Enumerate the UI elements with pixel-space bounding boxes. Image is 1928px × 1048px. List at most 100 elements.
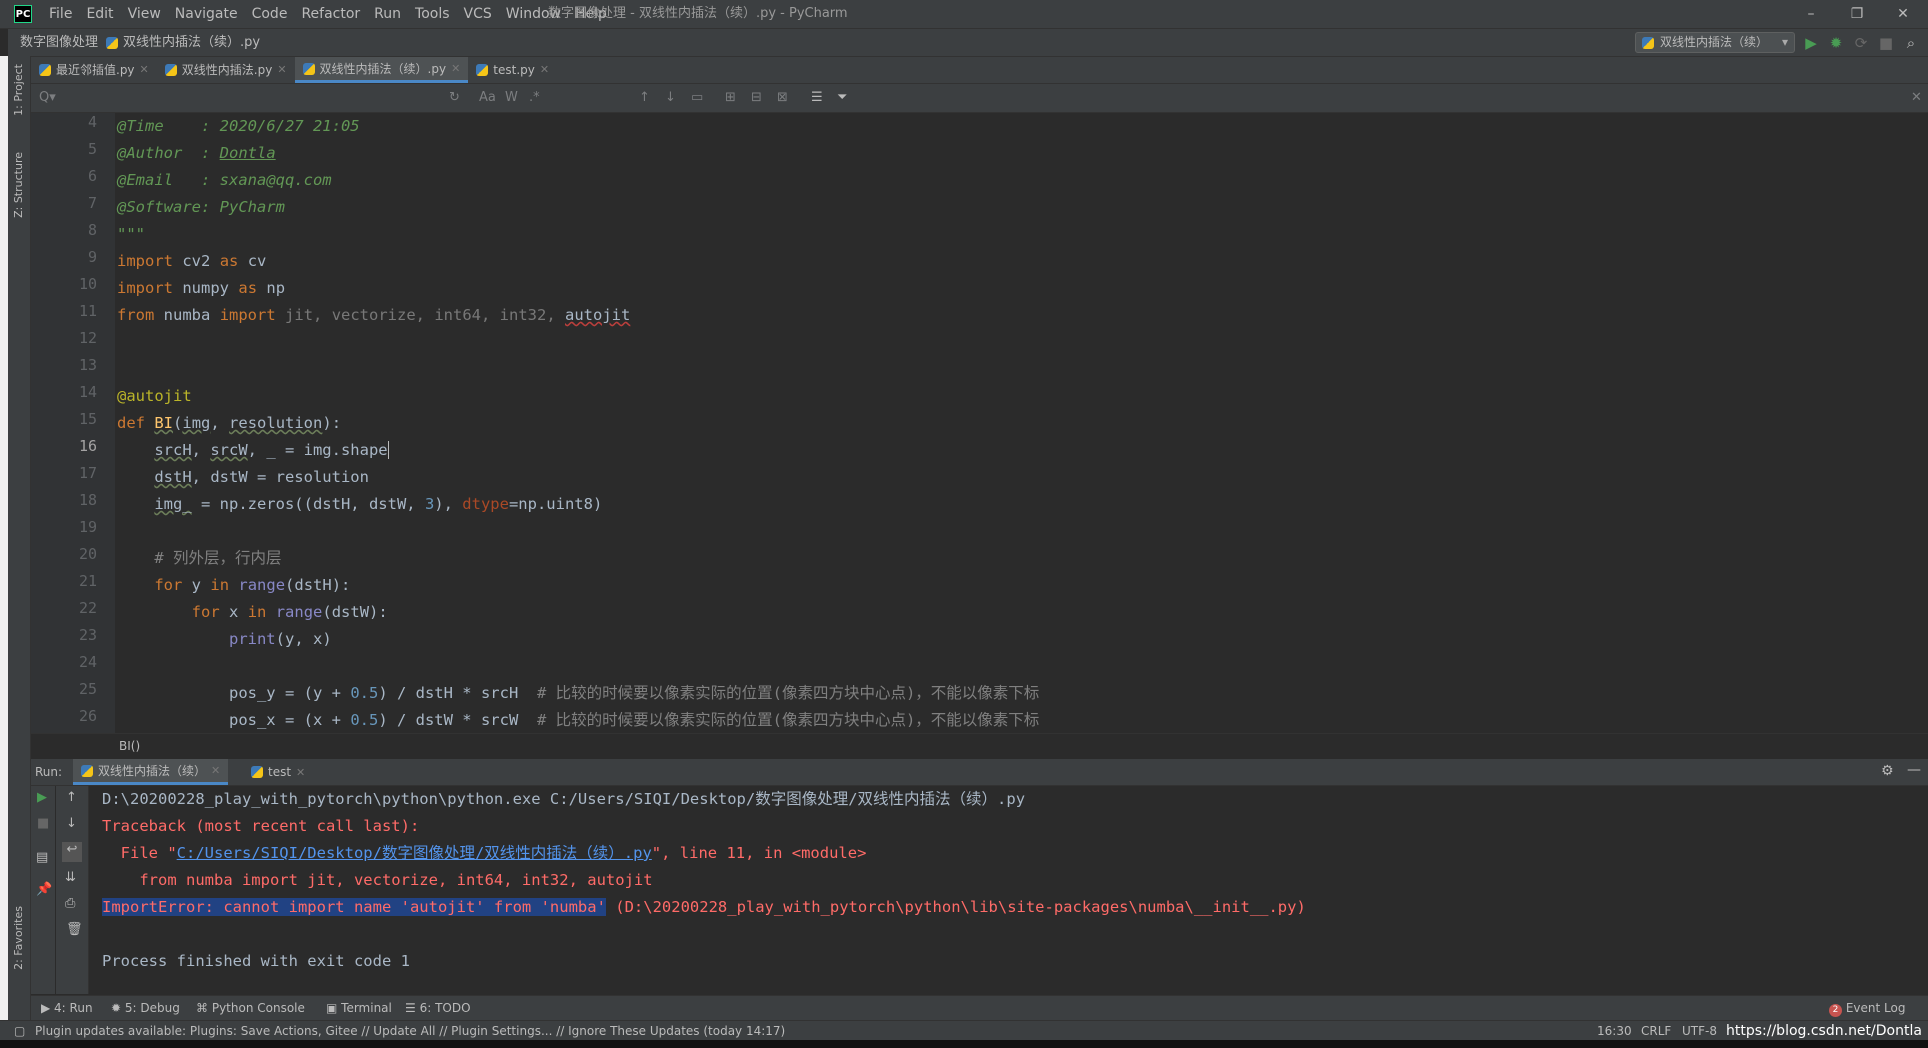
close-tab-icon[interactable]: ✕	[540, 57, 549, 83]
cursor-position[interactable]: 16:30	[1597, 1021, 1632, 1041]
favorites-tool-tab[interactable]: 2: Favorites	[12, 906, 25, 970]
code-editor[interactable]: @Time : 2020/6/27 21:05 @Author : Dontla…	[115, 113, 1920, 733]
line-number: 16	[78, 437, 97, 455]
match-case-toggle[interactable]: Aa	[479, 90, 496, 105]
next-occurrence-icon[interactable]: ↓	[665, 90, 676, 105]
code-line: dstH, dstW = resolution	[154, 468, 369, 486]
run-configuration-select[interactable]: 双线性内插法（续） ▾	[1635, 32, 1795, 53]
code-line: @Time : 2020/6/27 21:05	[117, 117, 360, 135]
stop-icon[interactable]: ■	[37, 816, 49, 831]
menu-refactor[interactable]: Refactor	[294, 0, 367, 28]
menu-tools[interactable]: Tools	[408, 0, 457, 28]
stop-icon[interactable]: ■	[1876, 33, 1896, 53]
print-icon[interactable]: ⎙	[65, 896, 75, 911]
code-line: import numpy as np	[117, 279, 286, 297]
menu-edit[interactable]: Edit	[79, 0, 120, 28]
restore-icon[interactable]: ❐	[1834, 0, 1880, 28]
tab-bilinear[interactable]: 双线性内插法.py ✕	[157, 57, 295, 83]
file-encoding[interactable]: UTF-8	[1682, 1021, 1717, 1041]
remove-selection-icon[interactable]: ⊟	[751, 90, 762, 105]
function-breadcrumb[interactable]: BI()	[119, 739, 140, 753]
history-icon[interactable]: ↻	[449, 90, 460, 105]
code-line: for y in range(dstH):	[154, 576, 351, 594]
python-console-tool-tab[interactable]: ⌘ Python Console	[196, 996, 305, 1021]
tab-nearest-neighbor[interactable]: 最近邻插值.py ✕	[31, 57, 157, 83]
tab-bilinear-continued[interactable]: 双线性内插法（续）.py ✕	[294, 56, 469, 83]
python-config-icon	[1642, 36, 1654, 55]
close-tab-icon[interactable]: ✕	[211, 764, 220, 777]
taskbar-edge	[0, 1040, 1928, 1048]
line-number: 12	[78, 329, 97, 347]
line-separator[interactable]: CRLF	[1641, 1021, 1671, 1041]
search-everywhere-icon[interactable]: ⌕	[1901, 33, 1921, 53]
settings-gear-icon[interactable]: ⚙	[1881, 763, 1894, 779]
run-tab-bilinear-continued[interactable]: 双线性内插法（续） ✕	[73, 759, 229, 785]
watermark: https://blog.csdn.net/Dontla	[1726, 1023, 1922, 1039]
previous-occurrence-icon[interactable]: ↑	[639, 90, 650, 105]
line-number: 19	[78, 518, 97, 536]
line-number: 4	[87, 113, 97, 131]
regex-toggle[interactable]: .*	[529, 90, 540, 105]
close-find-icon[interactable]: ✕	[1911, 90, 1922, 105]
run-console-output[interactable]: D:\20200228_play_with_pytorch\python\pyt…	[89, 786, 1928, 994]
close-tab-icon[interactable]: ✕	[451, 56, 460, 82]
close-tab-icon[interactable]: ✕	[277, 57, 286, 83]
tab-test[interactable]: test.py ✕	[468, 57, 557, 83]
hide-panel-icon[interactable]: —	[1907, 762, 1921, 778]
down-stack-icon[interactable]: ↓	[66, 816, 77, 831]
line-number: 20	[78, 545, 97, 563]
filter-icon[interactable]: ⏷	[837, 90, 847, 105]
run-icon[interactable]: ▶	[1801, 33, 1821, 53]
clear-all-icon[interactable]: 🗑	[66, 922, 83, 937]
todo-tool-tab[interactable]: ☰ 6: TODO	[405, 996, 471, 1021]
soft-wrap-icon[interactable]: ↩	[62, 842, 82, 862]
close-tab-icon[interactable]: ✕	[140, 57, 149, 83]
menu-file[interactable]: File	[42, 0, 79, 28]
select-all-icon[interactable]: ⊠	[777, 90, 788, 105]
run-tab-label: 双线性内插法（续）	[98, 764, 207, 778]
select-all-occurrences-icon[interactable]: ▭	[691, 90, 703, 105]
tab-label: 双线性内插法.py	[181, 63, 273, 77]
run-tool-tab[interactable]: ▶ 4: Run	[41, 996, 93, 1021]
menu-navigate[interactable]: Navigate	[168, 0, 245, 28]
filter-options-icon[interactable]: ☰	[811, 90, 823, 105]
line-number: 10	[78, 275, 97, 293]
panel-toggle-icon[interactable]: ▢	[14, 1021, 25, 1041]
console-file-link[interactable]: C:/Users/SIQI/Desktop/数字图像处理/双线性内插法（续）.p…	[177, 844, 652, 862]
line-number: 17	[78, 464, 97, 482]
menu-run[interactable]: Run	[367, 0, 408, 28]
pin-tab-icon[interactable]: 📌	[36, 882, 52, 897]
line-number: 25	[78, 680, 97, 698]
close-window-icon[interactable]: ✕	[1880, 0, 1926, 28]
scroll-to-end-icon[interactable]: ⇊	[65, 870, 76, 885]
python-file-icon	[81, 764, 93, 777]
status-message[interactable]: Plugin updates available: Plugins: Save …	[35, 1021, 785, 1041]
menu-vcs[interactable]: VCS	[457, 0, 499, 28]
run-tab-test[interactable]: test ✕	[243, 759, 313, 785]
debug-icon[interactable]: ✹	[1826, 33, 1846, 53]
layout-icon[interactable]: ▤	[36, 850, 48, 865]
left-edge-strip	[0, 56, 8, 1048]
breadcrumb-file[interactable]: 双线性内插法（续）.py	[123, 29, 260, 56]
whole-words-toggle[interactable]: W	[505, 90, 518, 105]
menu-code[interactable]: Code	[245, 0, 295, 28]
project-tool-tab[interactable]: 1: Project	[12, 64, 25, 116]
breadcrumb-project[interactable]: 数字图像处理	[20, 29, 98, 56]
run-toolbar-primary: ▶ ■ ▤ 📌	[31, 786, 55, 994]
event-log-tool-tab[interactable]: 2 Event Log	[1829, 996, 1905, 1021]
add-selection-icon[interactable]: ⊞	[725, 90, 736, 105]
minimize-icon[interactable]: –	[1788, 0, 1834, 28]
find-bar: Q▾ ↻ Aa W .* ↑ ↓ ▭ ⊞ ⊟ ⊠ ☰ ⏷ ✕	[31, 84, 1928, 113]
bottom-tool-window-bar: ▶ 4: Run ✹ 5: Debug ⌘ Python Console ▣ T…	[31, 995, 1928, 1021]
run-panel-header: Run: 双线性内插法（续） ✕ test ✕ ⚙ —	[31, 759, 1928, 786]
close-tab-icon[interactable]: ✕	[296, 766, 305, 779]
find-search-input[interactable]: Q▾	[39, 90, 56, 105]
coverage-icon[interactable]: ⟳	[1851, 33, 1871, 53]
structure-tool-tab[interactable]: Z: Structure	[12, 152, 25, 218]
menu-view[interactable]: View	[121, 0, 168, 28]
tab-label: 双线性内插法（续）.py	[319, 61, 447, 76]
up-stack-icon[interactable]: ↑	[66, 790, 77, 805]
rerun-icon[interactable]: ▶	[37, 790, 47, 805]
terminal-tool-tab[interactable]: ▣ Terminal	[326, 996, 392, 1021]
debug-tool-tab[interactable]: ✹ 5: Debug	[111, 996, 180, 1021]
